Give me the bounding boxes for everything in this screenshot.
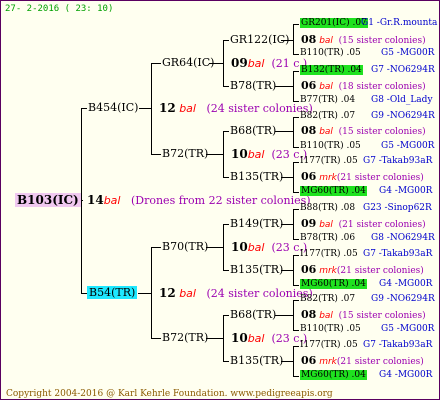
gen3-node[interactable]: GR122(IC) xyxy=(230,33,289,47)
root-mark: bal xyxy=(103,194,121,207)
gen3-node[interactable]: B68(TR) xyxy=(230,124,276,138)
gen2-info: 10bal (23 c.) xyxy=(231,147,308,161)
dam-info: 12 bal (24 sister colonies) xyxy=(159,286,313,300)
gen3-node[interactable]: B135(TR) xyxy=(230,170,283,184)
gen4-origin: G8 -NO6294R xyxy=(371,233,435,243)
gen4-node[interactable]: B110(TR) .05 xyxy=(300,324,361,335)
gen4-node[interactable]: MG60(TR) .04 xyxy=(300,370,367,381)
pedigree-chart: 27- 2-2016 ( 23: 10) Copyright 2004-2016… xyxy=(0,0,440,400)
gen4-origin: G7 -Takab93aR xyxy=(363,156,433,166)
gen4-origin: G5 -MG00R xyxy=(381,48,435,58)
gen4-node[interactable]: I177(TR) .05 xyxy=(300,249,358,260)
gen4-origin: G1 -Gr.R.mounta xyxy=(361,18,438,28)
gen2-node[interactable]: B72(TR) xyxy=(162,331,208,345)
root-info: 14bal (Drones from 22 sister colonies) xyxy=(87,193,311,208)
gen4-origin: G4 -MG00R xyxy=(379,279,433,289)
gen4-origin: G8 -Old_Lady xyxy=(371,95,433,105)
gen4-node[interactable]: B82(TR) .07 xyxy=(300,294,355,305)
dam-node[interactable]: B54(TR) xyxy=(87,286,138,300)
gen4-origin: G7 -Takab93aR xyxy=(363,249,433,259)
gen4-node[interactable]: B132(TR) .04 xyxy=(300,65,363,76)
gen4-origin: G7 -NO6294R xyxy=(371,65,435,75)
root-year: 14 xyxy=(87,193,104,207)
gen4-node[interactable]: B77(TR) .04 xyxy=(300,95,355,106)
gen2-node[interactable]: GR64(IC) xyxy=(162,56,214,70)
gen3-node[interactable]: B135(TR) xyxy=(230,263,283,277)
gen2-node[interactable]: B70(TR) xyxy=(162,240,208,254)
gen3-info: 09 bal (21 sister colonies) xyxy=(301,217,426,230)
sire-info: 12 bal (24 sister colonies) xyxy=(159,101,313,115)
gen4-origin: G4 -MG00R xyxy=(379,186,433,196)
gen3-info: 06 mrk(21 sister colonies) xyxy=(301,263,424,276)
gen3-node[interactable]: B78(TR) xyxy=(230,79,276,93)
gen2-info: 10bal (23 c.) xyxy=(231,240,308,254)
gen4-node[interactable]: GR201(IC) .07 xyxy=(300,18,368,29)
gen3-node[interactable]: B135(TR) xyxy=(230,354,283,368)
gen2-info: 10bal (23 c.) xyxy=(231,331,308,345)
gen3-info: 06 bal (18 sister colonies) xyxy=(301,79,426,92)
gen4-origin: G7 -Takab93aR xyxy=(363,340,433,350)
gen3-node[interactable]: B68(TR) xyxy=(230,308,276,322)
gen4-node[interactable]: B88(TR) .08 xyxy=(300,203,355,214)
gen4-node[interactable]: MG60(TR) .04 xyxy=(300,186,367,197)
gen3-info: 08 bal (15 sister colonies) xyxy=(301,308,426,321)
sire-node[interactable]: B454(IC) xyxy=(88,101,138,115)
gen4-node[interactable]: I177(TR) .05 xyxy=(300,340,358,351)
copyright-note: Copyright 2004-2016 @ Karl Kehrle Founda… xyxy=(6,389,333,399)
gen4-origin: G5 -MG00R xyxy=(381,141,435,151)
gen4-origin: G4 -MG00R xyxy=(379,370,433,380)
gen2-node[interactable]: B72(TR) xyxy=(162,147,208,161)
gen3-info: 08 bal (15 sister colonies) xyxy=(301,124,426,137)
date-stamp: 27- 2-2016 ( 23: 10) xyxy=(5,4,114,14)
root-queen[interactable]: B103(IC) xyxy=(15,193,81,207)
gen4-node[interactable]: B110(TR) .05 xyxy=(300,141,361,152)
gen3-node[interactable]: B149(TR) xyxy=(230,217,283,231)
gen4-origin: G9 -NO6294R xyxy=(371,294,435,304)
root-note: (Drones from 22 sister colonies) xyxy=(130,194,311,207)
gen3-info: 06 mrk(21 sister colonies) xyxy=(301,170,424,183)
gen4-node[interactable]: I177(TR) .05 xyxy=(300,156,358,167)
gen4-origin: G9 -NO6294R xyxy=(371,111,435,121)
gen4-node[interactable]: B110(TR) .05 xyxy=(300,48,361,59)
gen4-origin: G5 -MG00R xyxy=(381,324,435,334)
root-id: B103(IC) xyxy=(15,193,81,207)
gen4-node[interactable]: B82(TR) .07 xyxy=(300,111,355,122)
gen4-node[interactable]: B78(TR) .06 xyxy=(300,233,355,244)
gen2-info: 09bal (21 c.) xyxy=(231,56,308,70)
gen4-node[interactable]: MG60(TR) .04 xyxy=(300,279,367,290)
gen3-info: 08 bal (15 sister colonies) xyxy=(301,33,426,46)
gen3-info: 06 mrk(21 sister colonies) xyxy=(301,354,424,367)
gen4-origin: G23 -Sinop62R xyxy=(363,203,432,213)
